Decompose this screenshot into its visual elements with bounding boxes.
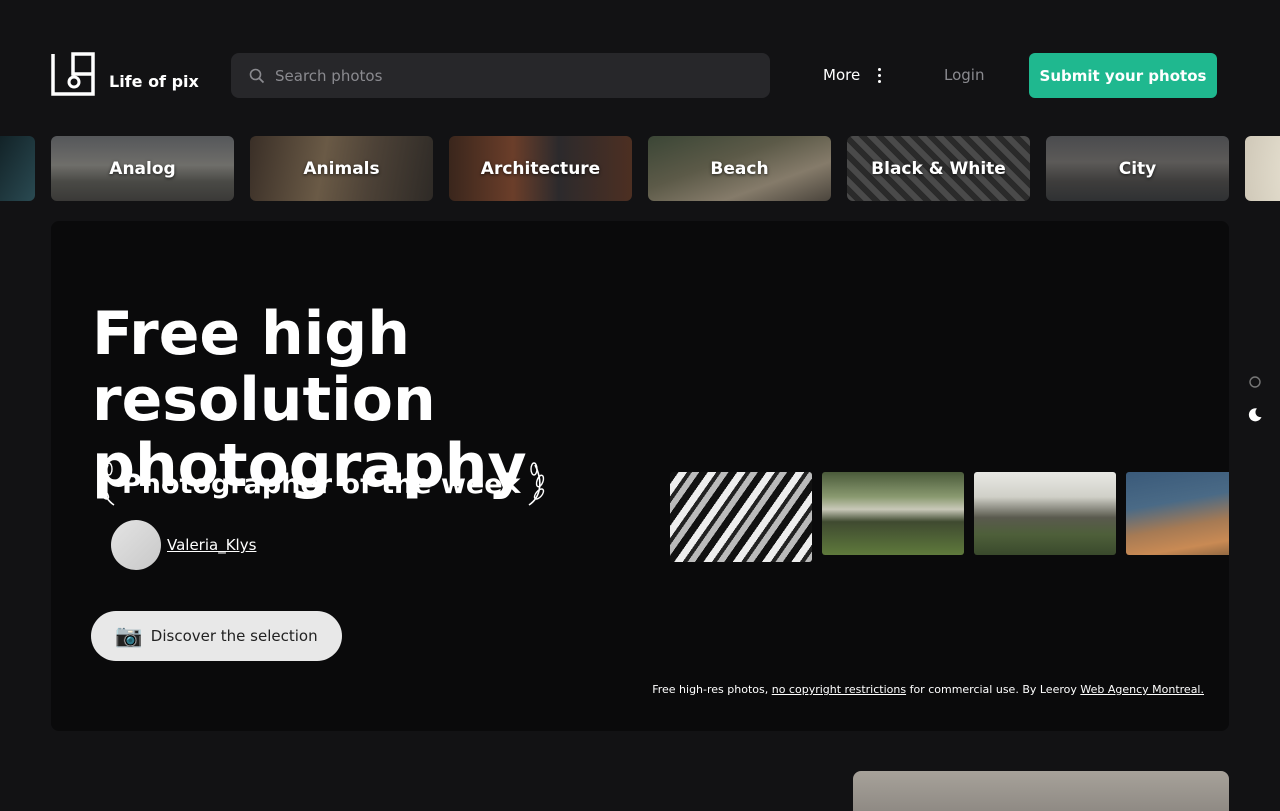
more-label: More <box>823 66 861 84</box>
login-link[interactable]: Login <box>944 66 984 84</box>
photo-thumbnail[interactable] <box>822 472 964 555</box>
photo-thumbnail[interactable] <box>1126 472 1229 555</box>
category-label: Animals <box>303 158 380 179</box>
photographer-of-the-week-heading: Photographer of the week <box>96 461 547 507</box>
photo-thumbnail[interactable] <box>670 472 812 562</box>
moon-icon[interactable] <box>1247 407 1263 423</box>
photographer-name-link[interactable]: Valeria_Klys <box>167 536 256 554</box>
category-card-city[interactable]: City <box>1046 136 1229 201</box>
avatar[interactable] <box>111 520 161 570</box>
laurel-right-icon <box>528 462 544 506</box>
search-input[interactable] <box>273 65 747 86</box>
theme-switcher <box>1247 375 1263 423</box>
discover-selection-button[interactable]: 📷 Discover the selection <box>91 611 342 661</box>
footnote-prefix: Free high-res photos, <box>652 683 772 696</box>
brand-name: Life of pix <box>109 72 199 91</box>
category-label: Analog <box>109 158 176 179</box>
category-card-partial[interactable] <box>1245 136 1280 201</box>
category-label: Black & White <box>871 158 1006 179</box>
footnote-middle: for commercial use. By Leeroy <box>906 683 1081 696</box>
sun-icon[interactable] <box>1248 375 1262 389</box>
camera-icon: 📷 <box>115 623 143 649</box>
hero-section: Free high resolution photography Photogr… <box>51 221 1229 731</box>
photo-thumbnail[interactable] <box>974 472 1116 555</box>
category-card-architecture[interactable]: Architecture <box>449 136 632 201</box>
logo-icon <box>51 52 95 96</box>
category-card-analog[interactable]: Analog <box>51 136 234 201</box>
photographer-thumbnails <box>670 472 1229 562</box>
site-logo[interactable]: Life of pix <box>51 52 199 96</box>
category-carousel[interactable]: Analog Animals Architecture Beach Black … <box>0 136 1280 201</box>
category-card-animals[interactable]: Animals <box>250 136 433 201</box>
category-card-black-white[interactable]: Black & White <box>847 136 1030 201</box>
category-label: Beach <box>710 158 769 179</box>
photographer-profile: Valeria_Klys <box>111 520 256 570</box>
category-label: Architecture <box>480 158 601 179</box>
discover-label: Discover the selection <box>150 627 318 645</box>
photo-card[interactable] <box>853 771 1229 811</box>
category-card-partial[interactable] <box>0 136 35 201</box>
photographer-heading-text: Photographer of the week <box>122 468 521 500</box>
search-bar[interactable] <box>231 53 770 98</box>
category-label: City <box>1118 158 1157 179</box>
more-menu-button[interactable]: More <box>823 66 882 84</box>
more-dots-icon <box>878 67 882 83</box>
category-card-beach[interactable]: Beach <box>648 136 831 201</box>
submit-photos-button[interactable]: Submit your photos <box>1029 53 1217 98</box>
web-agency-link[interactable]: Web Agency Montreal. <box>1080 683 1204 696</box>
search-icon <box>249 68 265 83</box>
footnote: Free high-res photos, no copyright restr… <box>652 683 1204 696</box>
laurel-left-icon <box>98 462 115 506</box>
no-copyright-link[interactable]: no copyright restrictions <box>772 683 906 696</box>
